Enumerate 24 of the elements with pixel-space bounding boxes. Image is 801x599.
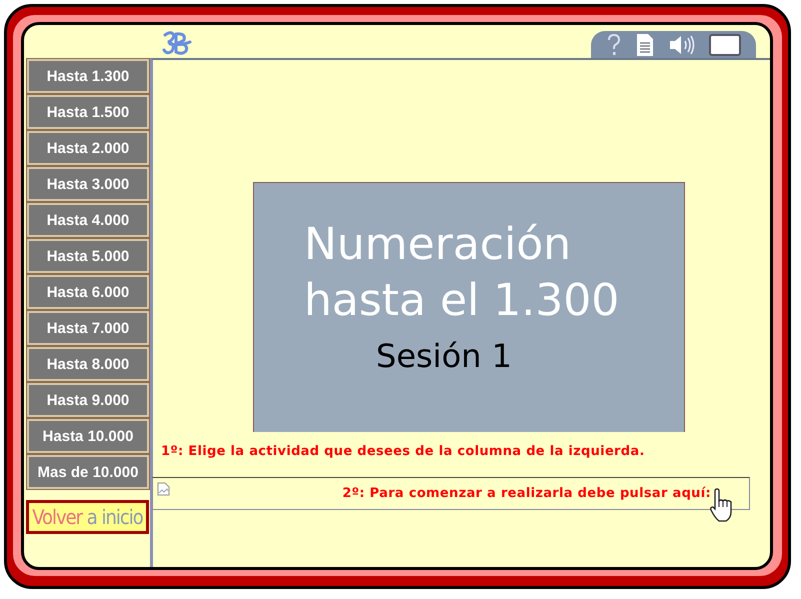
slide-subtitle: Sesión 1 — [376, 337, 513, 375]
fullscreen-icon[interactable] — [709, 34, 742, 56]
menu-button[interactable]: Hasta 2.000 — [27, 131, 149, 165]
menu-button[interactable]: Hasta 1.500 — [27, 95, 149, 129]
menu-button[interactable]: Hasta 9.000 — [27, 383, 149, 417]
home-button[interactable]: Volver a inicio — [26, 500, 149, 534]
menu-button[interactable]: Hasta 7.000 — [27, 311, 149, 345]
menu-button[interactable]: Hasta 1.300 — [27, 59, 149, 93]
instruction-text: 2º: Para comenzar a realizarla debe pulsar aquí: — [342, 486, 711, 501]
speaker-icon[interactable] — [668, 34, 696, 56]
menu-button[interactable]: Mas de 10.000 — [27, 455, 149, 489]
hand-cursor-icon — [708, 488, 734, 522]
document-icon[interactable] — [634, 32, 655, 56]
menu-button[interactable]: Hasta 3.000 — [27, 167, 149, 201]
menu-button[interactable]: Hasta 5.000 — [27, 239, 149, 273]
slide-title: Numeración — [304, 218, 572, 272]
menu-button[interactable]: Hasta 4.000 — [27, 203, 149, 237]
slide-title: hasta el 1.300 — [304, 274, 620, 328]
logo-icon — [162, 30, 192, 56]
instruction-text: 1º: Elige la actividad que desees de la columna de la izquierda. — [161, 444, 646, 459]
menu-button[interactable]: Hasta 6.000 — [27, 275, 149, 309]
menu-button[interactable]: Hasta 10.000 — [27, 419, 149, 453]
broken-image-icon — [157, 482, 170, 496]
menu-button[interactable]: Hasta 8.000 — [27, 347, 149, 381]
